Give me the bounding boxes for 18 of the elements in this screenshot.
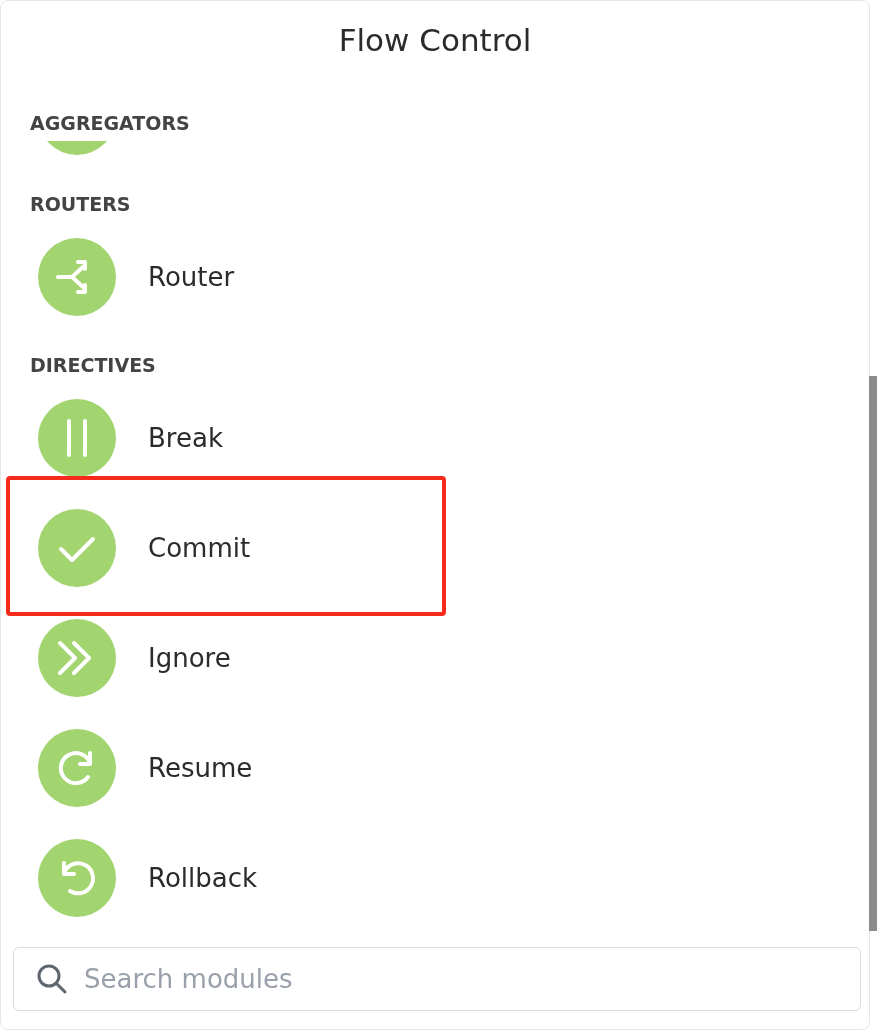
check-icon bbox=[38, 509, 116, 587]
scrollbar[interactable] bbox=[869, 376, 877, 931]
section-heading: ROUTERS bbox=[29, 192, 132, 217]
panel-title: Flow Control bbox=[338, 21, 532, 60]
module-label[interactable]: Router bbox=[148, 262, 235, 292]
module-label[interactable]: Rollback bbox=[148, 863, 258, 893]
double-chevron-icon bbox=[38, 619, 116, 697]
module-label[interactable]: Commit bbox=[148, 533, 251, 563]
module-label[interactable]: Break bbox=[148, 423, 223, 453]
section-heading: AGGREGATORS bbox=[29, 111, 191, 136]
redo-icon bbox=[38, 729, 116, 807]
search-icon bbox=[36, 963, 68, 995]
pause-icon bbox=[38, 399, 116, 477]
module-label[interactable]: Resume bbox=[148, 753, 253, 783]
undo-icon bbox=[38, 839, 116, 917]
section-heading: DIRECTIVES bbox=[29, 353, 157, 378]
module-label[interactable]: Ignore bbox=[148, 643, 231, 673]
search-field[interactable]: Search modules bbox=[13, 947, 861, 1011]
